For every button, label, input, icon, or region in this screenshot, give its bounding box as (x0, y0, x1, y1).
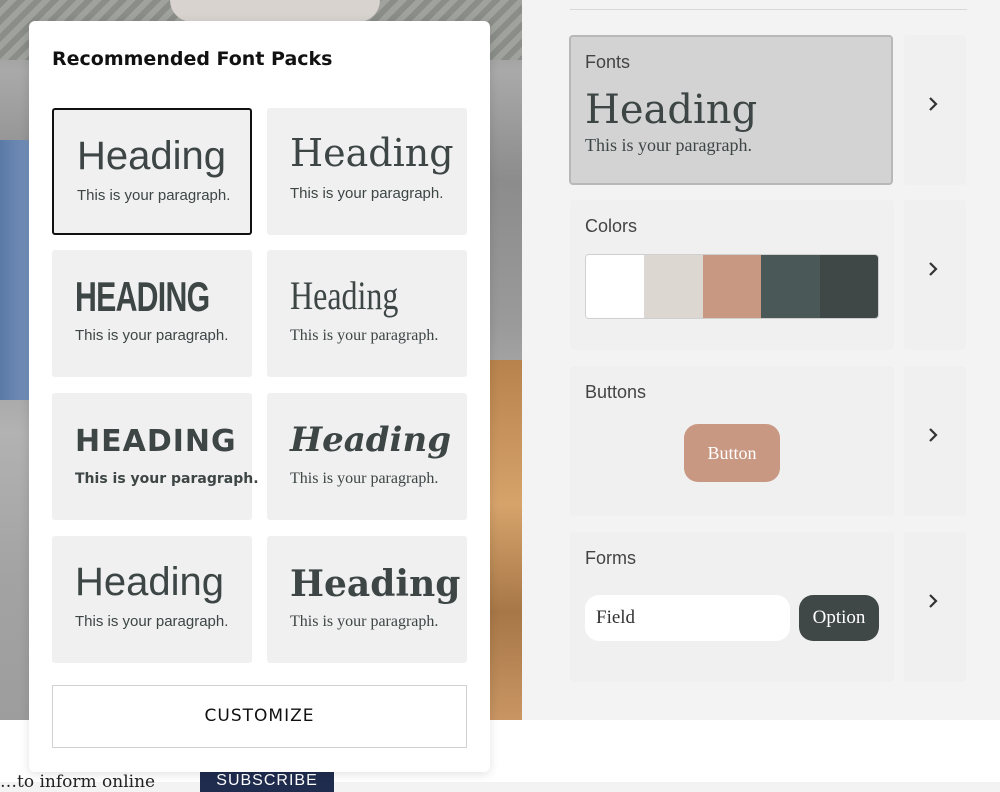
color-swatch-4 (761, 255, 820, 318)
color-swatch-3 (702, 255, 762, 318)
font-pack-card-5[interactable]: HEADING This is your paragraph. (52, 393, 259, 520)
font-pack-heading: Heading (75, 560, 225, 604)
photo-shoe (170, 0, 380, 22)
fonts-preview-heading: Heading (585, 87, 758, 133)
modal-title: Recommended Font Packs (52, 48, 333, 70)
subscribe-button[interactable]: SUBSCRIBE (200, 770, 334, 792)
font-pack-card-1[interactable]: Heading This is your paragraph. (52, 108, 252, 235)
font-pack-heading: Heading (290, 420, 451, 460)
colors-panel-label: Colors (585, 216, 638, 236)
chevron-right-icon (929, 262, 938, 276)
font-pack-paragraph: This is your paragraph. (290, 185, 444, 202)
chevron-right-icon (929, 594, 938, 608)
footer-text: …to inform online (0, 772, 156, 792)
font-pack-card-3[interactable]: HEADING This is your paragraph. (52, 250, 252, 377)
customize-button[interactable]: CUSTOMIZE (52, 685, 467, 748)
forms-panel-label: Forms (585, 548, 636, 568)
font-pack-paragraph: This is your paragraph. (290, 470, 439, 487)
font-pack-heading: HEADING (75, 273, 210, 320)
field-preview: Field (585, 595, 790, 641)
color-swatch-5 (819, 255, 878, 318)
fonts-panel[interactable]: Fonts Heading This is your paragraph. (569, 35, 893, 185)
panel-divider (570, 9, 967, 10)
buttons-panel-label: Buttons (585, 382, 647, 402)
font-pack-paragraph: This is your paragraph. (75, 327, 229, 344)
forms-expand-button[interactable] (904, 532, 966, 682)
color-swatch-2 (644, 255, 703, 318)
font-pack-card-7[interactable]: Heading This is your paragraph. (52, 536, 252, 663)
font-pack-paragraph: This is your paragraph. (290, 613, 439, 630)
color-swatches (585, 254, 879, 319)
forms-panel[interactable]: Forms Field Option (570, 532, 894, 682)
font-pack-card-6[interactable]: Heading This is your paragraph. (267, 393, 467, 520)
font-pack-heading: Heading (77, 134, 227, 178)
font-pack-heading: Heading (290, 273, 399, 318)
font-pack-heading: Heading (290, 563, 461, 605)
color-swatch-1 (586, 255, 645, 318)
font-pack-paragraph: This is your paragraph. (75, 471, 259, 487)
colors-expand-button[interactable] (904, 200, 966, 350)
font-packs-modal: Recommended Font Packs Heading This is y… (29, 21, 490, 772)
buttons-expand-button[interactable] (904, 366, 966, 516)
font-pack-card-2[interactable]: Heading This is your paragraph. (267, 108, 467, 235)
fonts-preview-paragraph: This is your paragraph. (585, 135, 752, 155)
font-pack-card-4[interactable]: Heading This is your paragraph. (267, 250, 467, 377)
chevron-right-icon (929, 97, 938, 111)
buttons-panel[interactable]: Buttons Button (570, 366, 894, 516)
font-pack-heading: Heading (290, 131, 454, 175)
fonts-expand-button[interactable] (904, 35, 966, 185)
button-preview: Button (684, 424, 780, 482)
chevron-right-icon (929, 428, 938, 442)
photo-wood-floor (490, 360, 522, 720)
font-pack-paragraph: This is your paragraph. (77, 187, 231, 204)
option-preview: Option (799, 595, 879, 641)
font-pack-paragraph: This is your paragraph. (290, 327, 439, 344)
font-pack-card-8[interactable]: Heading This is your paragraph. (267, 536, 467, 663)
font-pack-heading: HEADING (75, 424, 237, 459)
colors-panel[interactable]: Colors (570, 200, 894, 350)
font-pack-paragraph: This is your paragraph. (75, 613, 229, 630)
fonts-panel-label: Fonts (585, 52, 631, 72)
